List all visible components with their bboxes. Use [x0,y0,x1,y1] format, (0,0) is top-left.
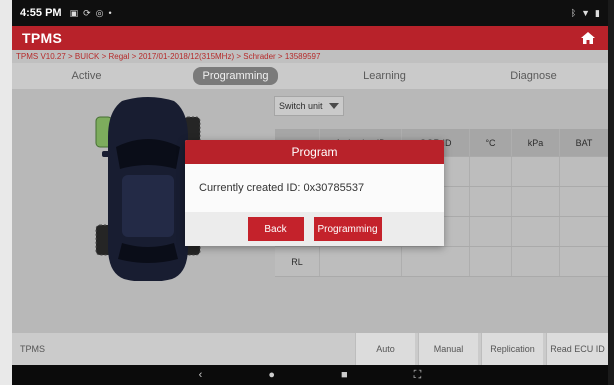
sync-icon: ⟳ [83,7,91,18]
device-bezel-right [608,0,614,385]
wifi-icon: ▼ [581,7,591,18]
dot-icon: • [108,7,112,18]
dialog-footer: Back Programming [185,212,444,246]
bottom-bar-label: TPMS [20,344,46,354]
device-bezel-left [0,0,12,385]
tablet-screen: 4:55 PM ▣ ⟳ ◎ • ᛒ ▼ ▮ TPMS TPMS V10.27 >… [12,0,608,385]
tab-bar: Active Programming Learning Diagnose [12,63,608,89]
breadcrumb: TPMS V10.27 > BUICK > Regal > 2017/01-20… [12,50,608,63]
program-dialog: Program Currently created ID: 0x30785537… [185,140,444,246]
tab-programming[interactable]: Programming [161,67,310,85]
recents-nav-icon[interactable]: ■ [341,369,348,381]
programming-button[interactable]: Programming [313,217,382,241]
location-icon: ◎ [95,7,104,18]
app-title-bar: TPMS [12,26,608,50]
bottom-function-bar: TPMS Auto Manual Replication Read ECU ID [12,332,608,365]
battery-icon: ▮ [595,7,600,18]
auto-button[interactable]: Auto [355,333,415,365]
tab-diagnose[interactable]: Diagnose [459,70,608,82]
tab-active[interactable]: Active [12,70,161,82]
dialog-title: Program [185,140,444,164]
bluetooth-icon: ᛒ [570,7,577,18]
manual-button[interactable]: Manual [418,333,478,365]
app-title: TPMS [22,30,63,46]
status-bar: 4:55 PM ▣ ⟳ ◎ • ᛒ ▼ ▮ [12,0,608,26]
replication-button[interactable]: Replication [481,333,543,365]
status-time: 4:55 PM [20,7,62,19]
home-icon[interactable] [578,28,598,48]
back-nav-icon[interactable]: ‹ [199,369,203,381]
back-button[interactable]: Back [247,217,304,241]
tab-learning[interactable]: Learning [310,70,459,82]
read-ecu-id-button[interactable]: Read ECU ID [546,333,608,365]
notification-icon: ▣ [69,7,79,18]
dialog-message: Currently created ID: 0x30785537 [185,164,444,212]
home-nav-icon[interactable]: ● [268,369,275,381]
android-nav-bar: ‹ ● ■ ⛶ [12,365,608,385]
screenshot-nav-icon[interactable]: ⛶ [414,369,422,382]
